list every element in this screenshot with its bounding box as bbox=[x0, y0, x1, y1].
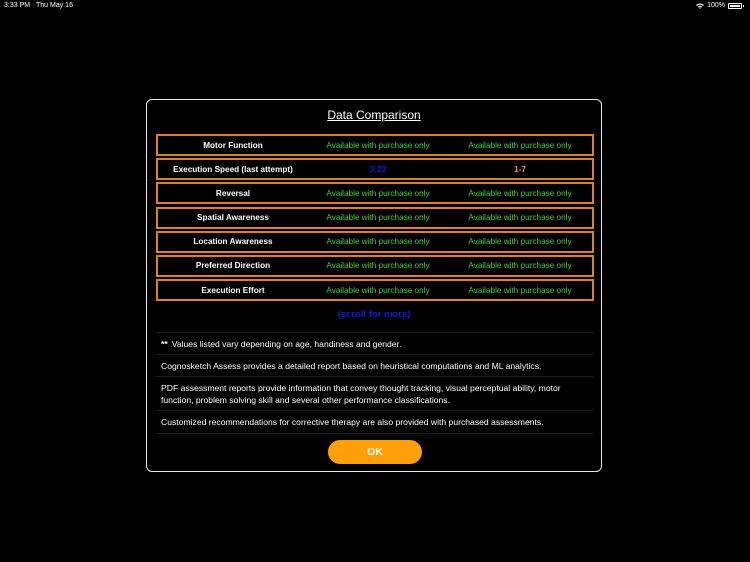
row-label: Location Awareness bbox=[193, 237, 273, 247]
battery-icon bbox=[728, 2, 744, 9]
divider bbox=[156, 433, 594, 434]
row-value-b: Available with purchase only bbox=[468, 213, 572, 223]
data-comparison-dialog: Data Comparison Motor Function Available… bbox=[146, 99, 602, 472]
table-row: Location Awareness Available with purcha… bbox=[156, 230, 594, 253]
row-value-b: Available with purchase only bbox=[468, 261, 572, 271]
table-row: Spatial Awareness Available with purchas… bbox=[156, 206, 594, 229]
row-value-a: Available with purchase only bbox=[326, 140, 430, 150]
status-bar: 3:33 PM Thu May 16 100% bbox=[0, 0, 750, 12]
note-stars: ** bbox=[161, 339, 168, 349]
row-label: Spatial Awareness bbox=[197, 213, 269, 223]
wifi-icon bbox=[696, 3, 705, 9]
row-value-a: Available with purchase only bbox=[326, 237, 430, 247]
row-label: Reversal bbox=[215, 188, 251, 198]
battery-percent: 100% bbox=[707, 2, 725, 9]
row-value-b: Available with purchase only bbox=[468, 237, 572, 247]
row-value-a: Available with purchase only bbox=[326, 261, 430, 271]
row-label: Preferred Direction bbox=[195, 261, 271, 271]
table-row: Execution Effort Available with purchase… bbox=[156, 279, 594, 302]
report-note: Cognosketch Assess provides a detailed r… bbox=[161, 361, 542, 371]
row-value-a: 3:23 bbox=[369, 164, 387, 174]
status-time: 3:33 PM bbox=[4, 2, 31, 9]
divider bbox=[156, 376, 594, 377]
dialog-title: Data Comparison bbox=[327, 108, 421, 122]
table-row: Preferred Direction Available with purch… bbox=[156, 254, 594, 277]
row-label: Motor Function bbox=[203, 140, 263, 150]
row-value-b: Available with purchase only bbox=[468, 285, 572, 295]
pdf-note: PDF assessment reports provide informati… bbox=[161, 383, 561, 405]
row-value-a: Available with purchase only bbox=[326, 188, 430, 198]
status-right: 100% bbox=[696, 2, 744, 9]
scroll-hint: (scroll for more) bbox=[337, 309, 411, 320]
row-label: Execution Effort bbox=[201, 285, 265, 295]
row-value-a: Available with purchase only bbox=[326, 285, 430, 295]
status-date: Thu May 16 bbox=[36, 2, 73, 9]
table-row: Motor Function Available with purchase o… bbox=[156, 134, 594, 156]
row-value-a: Available with purchase only bbox=[326, 213, 430, 223]
row-value-b: Available with purchase only bbox=[468, 140, 572, 150]
row-label: Execution Speed (last attempt) bbox=[173, 164, 293, 174]
divider bbox=[156, 354, 594, 355]
comparison-table[interactable]: Motor Function Available with purchase o… bbox=[156, 134, 594, 303]
custom-note: Customized recommendations for correctiv… bbox=[161, 417, 544, 427]
row-value-b: 1-7 bbox=[514, 164, 526, 174]
divider bbox=[156, 410, 594, 411]
values-note: ** Values listed vary depending on age, h… bbox=[161, 338, 591, 350]
ok-button[interactable]: OK bbox=[328, 440, 422, 464]
table-row: Reversal Available with purchase only Av… bbox=[156, 182, 594, 205]
table-row: Execution Speed (last attempt) 3:23 1-7 bbox=[156, 158, 594, 181]
divider bbox=[156, 332, 594, 333]
row-value-b: Available with purchase only bbox=[468, 188, 572, 198]
values-note-text: Values listed vary depending on age, han… bbox=[171, 339, 402, 349]
